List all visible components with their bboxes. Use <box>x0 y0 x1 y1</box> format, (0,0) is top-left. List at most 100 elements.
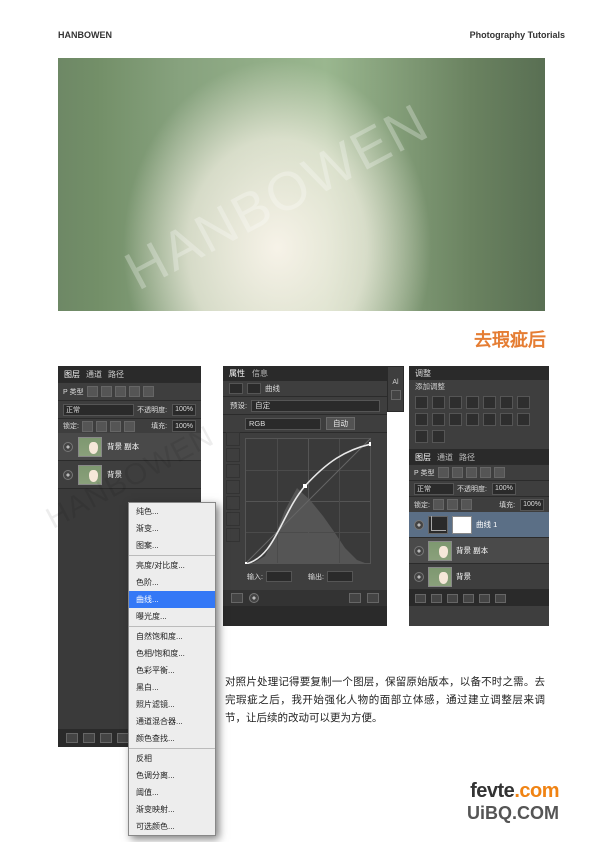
curve-tool-icon[interactable] <box>226 432 240 446</box>
tab-paths[interactable]: 路径 <box>108 369 124 380</box>
adj-curves-icon[interactable] <box>449 396 462 409</box>
filter-icon[interactable] <box>143 386 154 397</box>
filter-icon[interactable] <box>480 467 491 478</box>
new-icon[interactable] <box>479 594 490 603</box>
eye-icon[interactable] <box>63 442 73 452</box>
adj-bw-icon[interactable] <box>415 413 428 426</box>
mi-threshold[interactable]: 阈值... <box>129 784 215 801</box>
filter-icon[interactable] <box>129 386 140 397</box>
mi-levels[interactable]: 色阶... <box>129 574 215 591</box>
layer-row[interactable]: 背景 <box>58 461 201 489</box>
adjust-tab[interactable]: 调整 <box>409 366 549 380</box>
mi-gradient[interactable]: 渐变... <box>129 520 215 537</box>
filter-icon[interactable] <box>494 467 505 478</box>
lock-icon[interactable] <box>82 421 93 432</box>
eyedropper-black-icon[interactable] <box>226 464 240 478</box>
filter-icon[interactable] <box>87 386 98 397</box>
layer-row[interactable]: 曲线 1 <box>409 512 549 538</box>
eye-icon[interactable] <box>414 546 424 556</box>
eye-icon[interactable] <box>63 470 73 480</box>
mi-channel-mixer[interactable]: 通道混合器... <box>129 713 215 730</box>
mi-invert[interactable]: 反相 <box>129 748 215 767</box>
ai-side-tab[interactable]: Al <box>387 366 404 412</box>
eye-icon[interactable] <box>249 593 259 603</box>
fill-value[interactable]: 100% <box>172 420 196 432</box>
trash-icon[interactable] <box>367 593 379 603</box>
lock-icon[interactable] <box>461 499 472 510</box>
tab-layers[interactable]: 图层 <box>415 452 431 463</box>
mi-gradient-map[interactable]: 渐变映射... <box>129 801 215 818</box>
tab-channels[interactable]: 通道 <box>86 369 102 380</box>
filter-icon[interactable] <box>466 467 477 478</box>
layer-row[interactable]: 背景 副本 <box>409 538 549 564</box>
fx-icon[interactable] <box>415 594 426 603</box>
curve-tool-icon[interactable] <box>226 448 240 462</box>
adj-photofilter-icon[interactable] <box>432 413 445 426</box>
adj-exposure-icon[interactable] <box>466 396 479 409</box>
adj-colorbalance-icon[interactable] <box>517 396 530 409</box>
layer-row[interactable]: 背景 副本 <box>58 433 201 461</box>
mi-exposure[interactable]: 曝光度... <box>129 608 215 625</box>
adj-gradientmap-icon[interactable] <box>415 430 428 443</box>
adj-colorlookup-icon[interactable] <box>466 413 479 426</box>
eyedropper-white-icon[interactable] <box>226 496 240 510</box>
mi-pattern[interactable]: 图案... <box>129 537 215 554</box>
preset-select[interactable]: 自定 <box>251 400 380 412</box>
tab-layers[interactable]: 图层 <box>64 369 80 380</box>
eye-icon[interactable] <box>414 572 424 582</box>
adj-levels-icon[interactable] <box>432 396 445 409</box>
adj-channelmixer-icon[interactable] <box>449 413 462 426</box>
group-icon[interactable] <box>463 594 474 603</box>
adj-vibrance-icon[interactable] <box>483 396 496 409</box>
layer-row[interactable]: 背景 <box>409 564 549 590</box>
mi-vibrance[interactable]: 自然饱和度... <box>129 626 215 645</box>
opacity-value[interactable]: 100% <box>492 483 516 495</box>
opacity-value[interactable]: 100% <box>172 404 196 416</box>
mi-brightness-contrast[interactable]: 亮度/对比度... <box>129 555 215 574</box>
adj-hue-icon[interactable] <box>500 396 513 409</box>
channel-select[interactable]: RGB <box>245 418 321 430</box>
fx-icon[interactable] <box>66 733 78 743</box>
filter-icon[interactable] <box>438 467 449 478</box>
mi-color-lookup[interactable]: 颜色查找... <box>129 730 215 747</box>
mask-icon[interactable] <box>83 733 95 743</box>
eyedropper-gray-icon[interactable] <box>226 480 240 494</box>
tab-channels[interactable]: 通道 <box>437 452 453 463</box>
mi-bw[interactable]: 黑白... <box>129 679 215 696</box>
tab-info[interactable]: 信息 <box>252 368 268 379</box>
mi-curves[interactable]: 曲线... <box>129 591 215 608</box>
adjust-icon[interactable] <box>447 594 458 603</box>
mi-selective-color[interactable]: 可选颜色... <box>129 818 215 835</box>
mi-photo-filter[interactable]: 照片滤镜... <box>129 696 215 713</box>
trash-icon[interactable] <box>495 594 506 603</box>
tab-paths[interactable]: 路径 <box>459 452 475 463</box>
lock-icon[interactable] <box>447 499 458 510</box>
adj-threshold-icon[interactable] <box>517 413 530 426</box>
curve-hand-icon[interactable] <box>226 528 240 542</box>
mask-icon[interactable] <box>431 594 442 603</box>
adj-brightness-icon[interactable] <box>415 396 428 409</box>
lock-icon[interactable] <box>96 421 107 432</box>
mi-solid-color[interactable]: 纯色... <box>129 503 215 520</box>
adj-invert-icon[interactable] <box>483 413 496 426</box>
curve-edit-icon[interactable] <box>226 512 240 526</box>
filter-icon[interactable] <box>101 386 112 397</box>
curves-graph[interactable] <box>245 438 371 564</box>
adj-selectivecolor-icon[interactable] <box>432 430 445 443</box>
clip-icon[interactable] <box>231 593 243 603</box>
filter-icon[interactable] <box>115 386 126 397</box>
eye-icon[interactable] <box>414 520 424 530</box>
adj-posterize-icon[interactable] <box>500 413 513 426</box>
tab-properties[interactable]: 属性 <box>229 368 245 379</box>
auto-button[interactable]: 自动 <box>326 417 355 430</box>
reset-icon[interactable] <box>349 593 361 603</box>
lock-icon[interactable] <box>110 421 121 432</box>
mi-color-balance[interactable]: 色彩平衡... <box>129 662 215 679</box>
blend-mode-select[interactable]: 正常 <box>414 483 454 495</box>
adjust-icon[interactable] <box>100 733 112 743</box>
mi-hue-sat[interactable]: 色相/饱和度... <box>129 645 215 662</box>
lock-icon[interactable] <box>433 499 444 510</box>
output-field[interactable] <box>327 571 353 582</box>
input-field[interactable] <box>266 571 292 582</box>
filter-icon[interactable] <box>452 467 463 478</box>
